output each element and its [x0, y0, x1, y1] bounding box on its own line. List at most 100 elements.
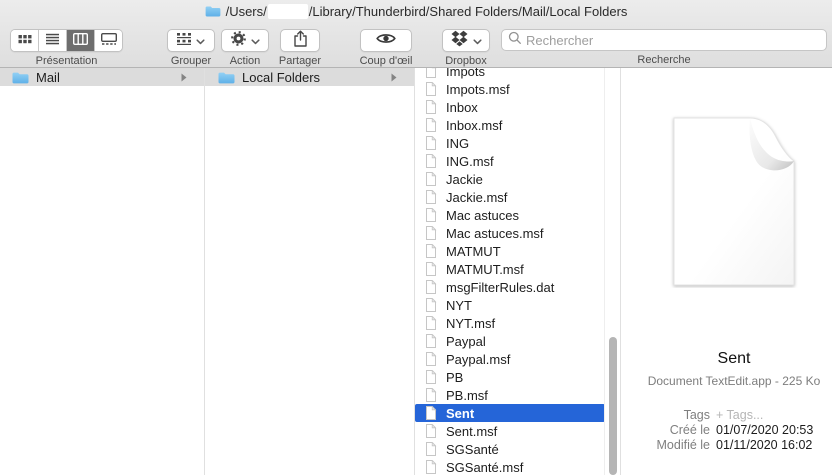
file-name: NYT.msf — [446, 315, 496, 331]
document-icon — [425, 262, 437, 276]
quicklook-label: Coup d'œil — [359, 55, 413, 67]
view-segmented-control — [10, 29, 123, 52]
search-field[interactable] — [501, 29, 827, 51]
magnifier-icon — [508, 31, 522, 50]
folder-icon — [12, 71, 29, 84]
file-row[interactable]: PB — [415, 368, 605, 386]
preview-subtitle: Document TextEdit.app - 225 Ko — [647, 374, 821, 388]
file-row[interactable]: PB.msf — [415, 386, 605, 404]
file-row[interactable]: MATMUT.msf — [415, 260, 605, 278]
document-icon — [425, 424, 437, 438]
preview-content: Sent Document TextEdit.app - 225 Ko Tags… — [621, 68, 832, 475]
share-button[interactable] — [280, 29, 320, 52]
file-row[interactable]: ING — [415, 134, 605, 152]
list-view-button[interactable] — [39, 30, 67, 51]
file-row[interactable]: ING.msf — [415, 152, 605, 170]
scrollbar-track[interactable] — [604, 68, 620, 475]
file-row[interactable]: SGSanté — [415, 440, 605, 458]
group-button[interactable] — [167, 29, 215, 52]
file-row[interactable]: MATMUT — [415, 242, 605, 260]
list-view-icon — [46, 32, 59, 50]
disclosure-arrow-icon — [181, 73, 187, 82]
file-name: MATMUT.msf — [446, 261, 524, 277]
document-icon — [425, 370, 437, 384]
file-row[interactable]: Impots — [415, 68, 605, 80]
document-icon — [425, 190, 437, 204]
document-preview-icon — [668, 115, 800, 293]
file-name: SGSanté.msf — [446, 459, 524, 475]
file-name: PB.msf — [446, 387, 488, 403]
file-list: Impots Impots.msf Inbox Inbox.msf ING IN… — [415, 68, 605, 475]
folder-row-local-folders[interactable]: Local Folders — [205, 68, 414, 86]
path-suffix: /Library/Thunderbird/Shared Folders/Mail… — [308, 3, 628, 19]
document-icon — [425, 172, 437, 186]
document-icon — [425, 226, 437, 240]
dropbox-label: Dropbox — [445, 55, 487, 67]
file-row[interactable]: Inbox — [415, 98, 605, 116]
file-name: ING — [446, 135, 470, 151]
view-label: Présentation — [35, 55, 98, 67]
icons-view-icon — [18, 32, 32, 50]
search-input[interactable] — [526, 32, 820, 48]
file-row[interactable]: Jackie.msf — [415, 188, 605, 206]
dropbox-button[interactable] — [442, 29, 490, 52]
action-button[interactable] — [221, 29, 269, 52]
column-third: Impots Impots.msf Inbox Inbox.msf ING IN… — [415, 68, 621, 475]
add-tags-button[interactable]: + Tags... — [716, 408, 763, 422]
redacted-username — [267, 3, 308, 19]
preview-title: Sent — [717, 350, 751, 367]
file-row[interactable]: Sent — [415, 404, 605, 422]
field-value: 01/11/2020 16:02 — [716, 437, 813, 452]
document-icon — [425, 244, 437, 258]
file-name: Impots — [446, 68, 486, 79]
file-name: Inbox — [446, 99, 478, 115]
toolbar-item-quicklook: Coup d'œil — [352, 29, 420, 67]
file-row[interactable]: Jackie — [415, 170, 605, 188]
file-name: msgFilterRules.dat — [446, 279, 555, 295]
file-name: ING.msf — [446, 153, 494, 169]
icons-view-button[interactable] — [11, 30, 39, 51]
coverflow-view-icon — [100, 32, 117, 50]
quicklook-button[interactable] — [360, 29, 412, 52]
file-row[interactable]: Paypal — [415, 332, 605, 350]
document-icon — [425, 136, 437, 150]
folder-name: Mail — [36, 69, 60, 85]
document-icon — [425, 118, 437, 132]
eye-icon — [376, 32, 396, 50]
file-row[interactable]: Impots.msf — [415, 80, 605, 98]
column-browser: Mail Local Folders Impots Impots.msf Inb… — [0, 68, 832, 475]
columns-view-button[interactable] — [67, 30, 95, 51]
document-icon — [425, 316, 437, 330]
folder-icon — [218, 71, 235, 84]
file-row[interactable]: Sent.msf — [415, 422, 605, 440]
preview-field-tags: Tags + Tags... — [621, 407, 832, 422]
file-row[interactable]: Mac astuces.msf — [415, 224, 605, 242]
column-first: Mail — [0, 68, 205, 475]
file-name: Jackie — [446, 171, 483, 187]
file-row[interactable]: SGSanté.msf — [415, 458, 605, 475]
toolbar-item-view: Présentation — [10, 29, 123, 67]
file-name: MATMUT — [446, 243, 501, 259]
folder-icon — [205, 5, 221, 17]
disclosure-arrow-icon — [391, 73, 397, 82]
chevron-down-icon — [251, 32, 260, 50]
file-name: SGSanté — [446, 441, 499, 457]
document-icon — [425, 208, 437, 222]
coverflow-view-button[interactable] — [95, 30, 122, 51]
dropbox-icon — [450, 30, 469, 52]
folder-row-mail[interactable]: Mail — [0, 68, 204, 86]
file-row[interactable]: Paypal.msf — [415, 350, 605, 368]
file-row[interactable]: msgFilterRules.dat — [415, 278, 605, 296]
file-row[interactable]: Mac astuces — [415, 206, 605, 224]
file-name: Mac astuces — [446, 207, 519, 223]
file-row[interactable]: NYT.msf — [415, 314, 605, 332]
file-row[interactable]: Inbox.msf — [415, 116, 605, 134]
titlebar: /Users/ /Library/Thunderbird/Shared Folde… — [0, 0, 832, 22]
document-icon — [425, 442, 437, 456]
file-name: Impots.msf — [446, 81, 510, 97]
scrollbar-thumb[interactable] — [609, 337, 617, 475]
file-name: NYT — [446, 297, 472, 313]
field-value: 01/07/2020 20:53 — [716, 422, 814, 437]
file-row[interactable]: NYT — [415, 296, 605, 314]
preview-pane: Sent Document TextEdit.app - 225 Ko Tags… — [621, 68, 832, 475]
